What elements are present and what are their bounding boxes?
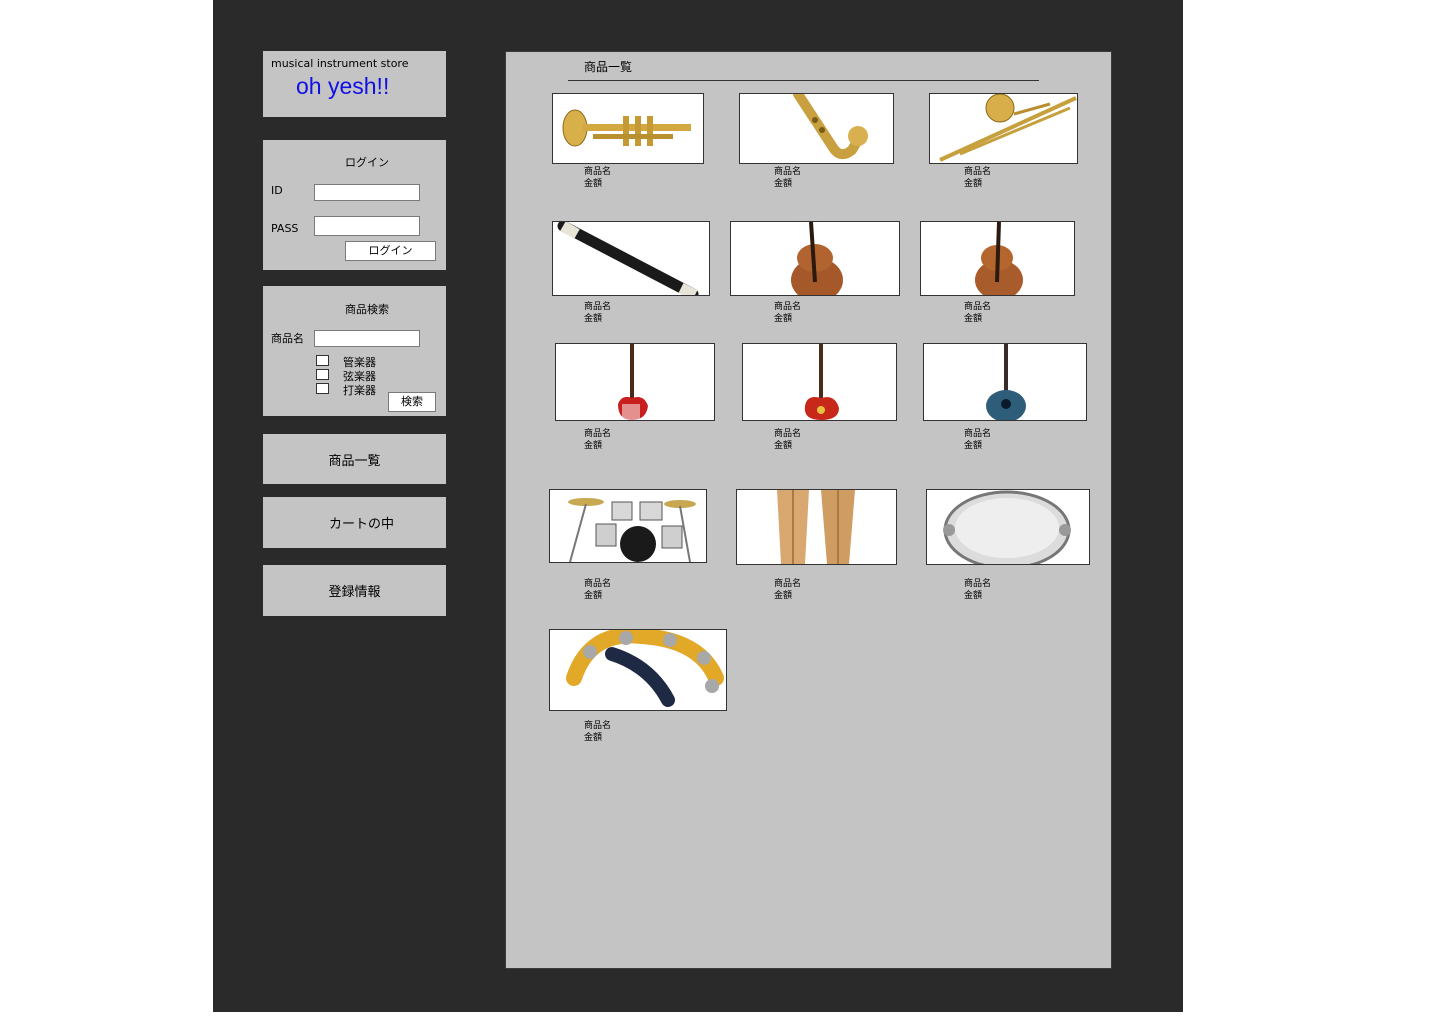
- brand-panel: musical instrument store oh yesh!!: [263, 51, 446, 117]
- product-thumb-electric-bass[interactable]: [555, 343, 715, 421]
- product-price: 金額: [774, 179, 793, 189]
- id-label: ID: [271, 184, 283, 197]
- tambourine-image: [943, 490, 1071, 564]
- cello-image: [791, 222, 843, 295]
- string-checkbox[interactable]: [316, 369, 329, 380]
- product-price: 金額: [584, 591, 603, 601]
- product-name-input[interactable]: [314, 330, 420, 347]
- saxophone-image: [793, 94, 868, 160]
- product-price: 金額: [584, 179, 603, 189]
- product-thumb-trumpet[interactable]: [552, 93, 704, 164]
- product-thumb-saxophone[interactable]: [739, 93, 894, 164]
- product-name: 商品名: [584, 579, 612, 589]
- product-price: 金額: [774, 314, 793, 324]
- product-meta: 商品名 金額: [584, 301, 611, 325]
- product-name-label: 商品名: [271, 332, 304, 345]
- nav-registration[interactable]: 登録情報: [263, 565, 446, 616]
- product-thumb-hand-tambourine[interactable]: [549, 629, 727, 711]
- pass-label: PASS: [271, 222, 299, 235]
- percussion-checkbox[interactable]: [316, 383, 329, 394]
- nav-product-list[interactable]: 商品一覧: [263, 434, 446, 484]
- product-price: 金額: [774, 591, 793, 601]
- site-logo[interactable]: oh yesh!!: [296, 73, 389, 100]
- product-name: 商品名: [964, 579, 992, 589]
- login-panel: ログイン ID PASS ログイン: [263, 140, 446, 270]
- product-meta: 商品名 金額: [774, 166, 801, 190]
- product-name: 商品名: [774, 579, 802, 589]
- product-price: 金額: [964, 314, 983, 324]
- id-input[interactable]: [314, 184, 420, 201]
- product-meta: 商品名 金額: [964, 166, 991, 190]
- nav-cart[interactable]: カートの中: [263, 497, 446, 548]
- product-thumb-cello[interactable]: [730, 221, 900, 296]
- product-thumb-drum-kit[interactable]: [549, 489, 707, 563]
- product-name: 商品名: [964, 302, 992, 312]
- trombone-image: [939, 94, 1077, 162]
- electric-bass-image: [618, 344, 648, 420]
- product-meta: 商品名 金額: [774, 428, 801, 452]
- product-name: 商品名: [774, 167, 802, 177]
- violin-image: [975, 222, 1023, 295]
- percussion-label: 打楽器: [343, 384, 376, 397]
- recorder-image: [557, 222, 699, 295]
- product-thumb-electric-guitar[interactable]: [742, 343, 897, 421]
- product-thumb-conga-drums[interactable]: [736, 489, 897, 565]
- password-input[interactable]: [314, 216, 420, 236]
- product-thumb-trombone[interactable]: [929, 93, 1078, 164]
- product-price: 金額: [584, 441, 603, 451]
- product-meta: 商品名 金額: [584, 720, 611, 744]
- product-meta: 商品名 金額: [584, 578, 611, 602]
- login-title: ログイン: [345, 156, 389, 169]
- search-title: 商品検索: [345, 303, 389, 316]
- product-name: 商品名: [584, 721, 612, 731]
- product-name: 商品名: [584, 302, 612, 312]
- wind-checkbox[interactable]: [316, 355, 329, 366]
- product-meta: 商品名 金額: [964, 301, 991, 325]
- product-meta: 商品名 金額: [964, 578, 991, 602]
- product-price: 金額: [964, 441, 983, 451]
- product-meta: 商品名 金額: [584, 428, 611, 452]
- product-name: 商品名: [964, 429, 992, 439]
- product-list-panel: 商品一覧 商品名 金額 商品名 金額 商品名 金額 商品名 金額 商品名 金額 …: [505, 51, 1112, 969]
- product-meta: 商品名 金額: [964, 428, 991, 452]
- product-meta: 商品名 金額: [774, 301, 801, 325]
- product-price: 金額: [584, 314, 603, 324]
- product-price: 金額: [964, 179, 983, 189]
- drum-kit-image: [568, 498, 696, 562]
- product-name: 商品名: [964, 167, 992, 177]
- product-name: 商品名: [774, 429, 802, 439]
- product-meta: 商品名 金額: [774, 578, 801, 602]
- conga-drums-image: [777, 490, 855, 564]
- heading-divider: [568, 80, 1039, 81]
- product-meta: 商品名 金額: [584, 166, 611, 190]
- login-button[interactable]: ログイン: [345, 241, 436, 261]
- product-thumb-tambourine[interactable]: [926, 489, 1090, 565]
- store-tagline: musical instrument store: [271, 57, 409, 70]
- hand-tambourine-image: [566, 630, 724, 707]
- search-panel: 商品検索 商品名 管楽器 弦楽器 打楽器 検索: [263, 286, 446, 416]
- product-price: 金額: [964, 591, 983, 601]
- product-name: 商品名: [774, 302, 802, 312]
- trumpet-image: [562, 109, 691, 147]
- acoustic-guitar-image: [986, 344, 1026, 420]
- product-name: 商品名: [584, 429, 612, 439]
- product-name: 商品名: [584, 167, 612, 177]
- product-price: 金額: [774, 441, 793, 451]
- product-thumb-recorder[interactable]: [552, 221, 710, 296]
- product-thumb-acoustic-guitar[interactable]: [923, 343, 1087, 421]
- electric-guitar-image: [804, 344, 839, 420]
- product-thumb-violin[interactable]: [920, 221, 1075, 296]
- product-list-heading: 商品一覧: [584, 60, 633, 74]
- product-price: 金額: [584, 733, 603, 743]
- search-button[interactable]: 検索: [388, 392, 436, 412]
